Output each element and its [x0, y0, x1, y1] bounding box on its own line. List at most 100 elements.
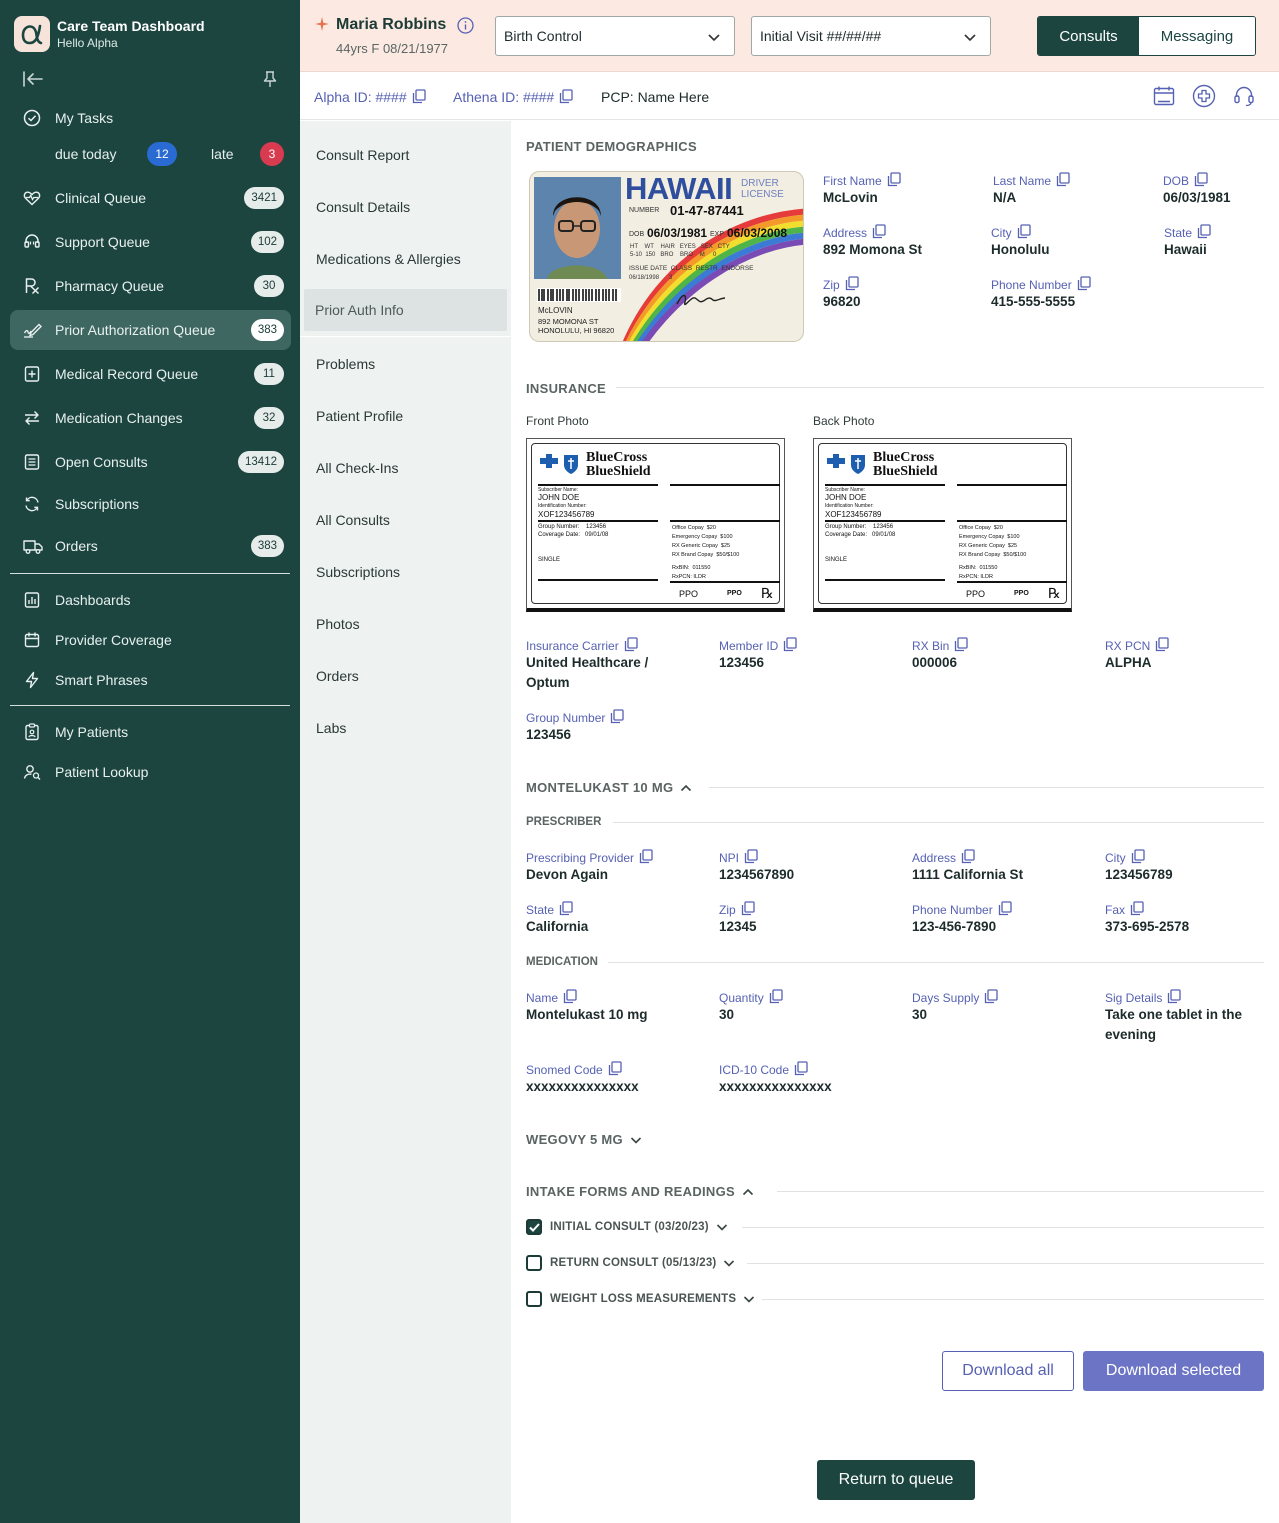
copy-icon[interactable]	[608, 1061, 622, 1076]
download-all-button[interactable]: Download all	[942, 1351, 1074, 1391]
subnav-consult-details[interactable]: Consult Details	[304, 186, 507, 228]
intake-item-weight-loss[interactable]: WEIGHT LOSS MEASUREMENTS	[550, 1292, 756, 1306]
due-today-badge[interactable]: 12	[147, 142, 177, 166]
copy-icon[interactable]	[1131, 849, 1145, 864]
subsection-medication: MEDICATION	[526, 956, 598, 968]
collapse-sidebar-icon[interactable]	[22, 70, 44, 88]
subnav-patient-profile[interactable]: Patient Profile	[304, 395, 507, 437]
copy-icon[interactable]	[639, 849, 653, 864]
field-prescribing-provider-value: Devon Again	[526, 867, 609, 882]
calendar-note-icon[interactable]	[1152, 84, 1176, 108]
tab-messaging[interactable]: Messaging	[1139, 17, 1255, 55]
pen-link-icon	[22, 320, 42, 340]
section-title-montelukast[interactable]: MONTELUKAST 10 MG	[526, 780, 693, 795]
section-divider	[616, 387, 1264, 388]
pin-icon[interactable]	[262, 70, 278, 88]
copy-icon[interactable]	[412, 89, 426, 104]
intake-item-return-consult[interactable]: RETURN CONSULT (05/13/23)	[550, 1256, 736, 1270]
copy-icon[interactable]	[769, 989, 783, 1004]
field-state-label: State	[1164, 224, 1211, 240]
nav-provider-coverage[interactable]: Provider Coverage	[10, 620, 291, 660]
copy-icon[interactable]	[1167, 989, 1182, 1004]
info-icon[interactable]	[457, 17, 474, 34]
return-to-queue-button[interactable]: Return to queue	[817, 1460, 975, 1500]
intake-item-initial-consult[interactable]: INITIAL CONSULT (03/20/23)	[550, 1220, 729, 1234]
subnav-orders[interactable]: Orders	[304, 655, 507, 697]
subnav-all-consults[interactable]: All Consults	[304, 499, 507, 541]
copy-icon[interactable]	[961, 849, 975, 864]
copy-icon[interactable]	[559, 901, 573, 916]
condition-select[interactable]: Birth Control	[495, 16, 735, 56]
copy-icon[interactable]	[624, 637, 638, 652]
nav-orders[interactable]: Orders 383	[10, 526, 291, 566]
subnav-problems[interactable]: Problems	[304, 343, 507, 385]
nav-support-queue[interactable]: Support Queue 102	[10, 222, 291, 262]
subnav-medications-allergies[interactable]: Medications & Allergies	[304, 238, 507, 280]
visit-select[interactable]: Initial Visit ##/##/##	[751, 16, 991, 56]
license-issue-values: 06/18/1998 3	[629, 275, 673, 281]
subnav-labs[interactable]: Labs	[304, 707, 507, 749]
copy-icon[interactable]	[741, 901, 755, 916]
late-badge[interactable]: 3	[260, 142, 284, 166]
copy-icon[interactable]	[998, 901, 1012, 916]
copy-icon[interactable]	[887, 172, 901, 187]
support-headset-icon[interactable]	[1232, 84, 1256, 108]
copy-icon[interactable]	[1155, 637, 1169, 652]
nav-clinical-queue[interactable]: Clinical Queue 3421	[10, 178, 291, 218]
copy-icon[interactable]	[610, 709, 625, 724]
insurance-card-front[interactable]: BlueCross BlueShield Subscriber Name: JO…	[526, 438, 785, 612]
copy-icon[interactable]	[794, 1061, 808, 1076]
copy-icon[interactable]	[1194, 172, 1208, 187]
intake-checkbox-return-consult[interactable]	[526, 1255, 542, 1271]
nav-pharmacy-queue[interactable]: Pharmacy Queue 30	[10, 266, 291, 306]
nav-open-consults[interactable]: Open Consults 13412	[10, 442, 291, 482]
copy-icon[interactable]	[872, 224, 886, 239]
copy-icon[interactable]	[1017, 224, 1031, 239]
tab-consults[interactable]: Consults	[1038, 17, 1139, 55]
nav-patient-lookup[interactable]: Patient Lookup	[10, 752, 291, 792]
nav-my-patients[interactable]: My Patients	[10, 712, 291, 752]
subnav-all-check-ins[interactable]: All Check-Ins	[304, 447, 507, 489]
subnav-consult-report[interactable]: Consult Report	[304, 134, 507, 176]
condition-select-value: Birth Control	[504, 28, 582, 44]
copy-icon[interactable]	[563, 989, 577, 1004]
patient-name[interactable]: Maria Robbins	[336, 16, 446, 34]
card-id-label: Identification Number:	[538, 503, 587, 509]
add-medical-icon[interactable]	[1192, 84, 1216, 108]
subnav-prior-auth-info[interactable]: Prior Auth Info	[304, 289, 507, 331]
copy-icon[interactable]	[744, 849, 758, 864]
copy-icon[interactable]	[984, 989, 999, 1004]
insurance-card-back[interactable]: BlueCross BlueShield Subscriber Name: JO…	[813, 438, 1072, 612]
copy-icon[interactable]	[1056, 172, 1070, 187]
app-logo[interactable]	[14, 16, 50, 52]
nav-smart-phrases[interactable]: Smart Phrases	[10, 660, 291, 700]
copy-icon[interactable]	[845, 276, 859, 291]
section-title-intake[interactable]: INTAKE FORMS AND READINGS	[526, 1184, 755, 1199]
nav-medication-changes[interactable]: Medication Changes 32	[10, 398, 291, 438]
copy-icon[interactable]	[1077, 276, 1091, 291]
intake-checkbox-weight-loss[interactable]	[526, 1291, 542, 1307]
section-title-wegovy[interactable]: WEGOVY 5 MG	[526, 1132, 643, 1147]
nav-prior-authorization-queue[interactable]: Prior Authorization Queue 383	[10, 310, 291, 350]
drivers-license-photo[interactable]: HAWAII DRIVER LICENSE NUMBER 01-47-87441…	[529, 171, 804, 342]
copy-icon[interactable]	[1197, 224, 1211, 239]
field-prescriber-phone-value: 123-456-7890	[912, 919, 997, 934]
card-group-line: Group Number: 123456	[825, 524, 894, 530]
subnav-subscriptions[interactable]: Subscriptions	[304, 551, 507, 593]
copy-icon[interactable]	[954, 637, 969, 652]
field-dob-label: DOB	[1163, 172, 1208, 188]
nav-my-tasks[interactable]: My Tasks	[10, 98, 291, 138]
field-quantity-label: Quantity	[719, 989, 783, 1005]
nav-subscriptions[interactable]: Subscriptions	[10, 484, 291, 524]
alpha-id-text: Alpha ID: ####	[314, 89, 407, 105]
nav-medical-record-queue[interactable]: Medical Record Queue 11	[10, 354, 291, 394]
download-selected-button[interactable]: Download selected	[1083, 1351, 1264, 1391]
copy-icon[interactable]	[559, 89, 573, 104]
copy-icon[interactable]	[1130, 901, 1144, 916]
subnav-photos[interactable]: Photos	[304, 603, 507, 645]
intake-checkbox-initial-consult[interactable]	[526, 1219, 542, 1235]
nav-dashboards[interactable]: Dashboards	[10, 580, 291, 620]
chevron-down-icon	[744, 1296, 755, 1303]
chevron-down-icon	[716, 1224, 727, 1231]
copy-icon[interactable]	[783, 637, 797, 652]
